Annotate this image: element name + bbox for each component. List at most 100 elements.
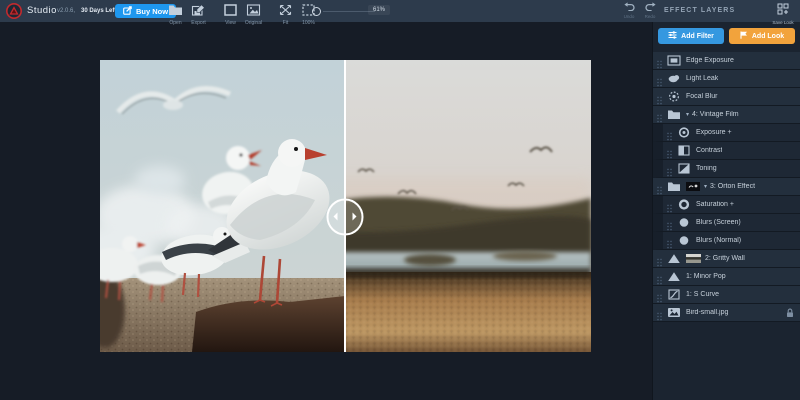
layer-label: Toning (696, 165, 717, 172)
s-curve-icon (667, 289, 681, 301)
undo-button[interactable]: Undo (621, 2, 637, 19)
topaz-shield-logo (6, 3, 22, 19)
add-filter-label: Add Filter (681, 33, 714, 40)
layer-label: Blurs (Screen) (696, 219, 741, 226)
layer-row-exposure[interactable]: Exposure + (653, 124, 800, 142)
layer-row-blurs-screen[interactable]: Blurs (Screen) (653, 214, 800, 232)
layer-row-blurs-normal[interactable]: Blurs (Normal) (653, 232, 800, 250)
tool-label: Original (242, 21, 265, 26)
save-look-icon (777, 2, 789, 19)
layer-label: Blurs (Normal) (696, 237, 741, 244)
original-icon (246, 3, 261, 15)
tool-fit[interactable]: Fit (274, 1, 297, 26)
layer-row-3-orton-effect[interactable]: ▾3: Orton Effect (653, 178, 800, 196)
layer-label: Focal Blur (686, 93, 718, 100)
tool-view[interactable]: View (219, 1, 242, 26)
layer-label: 1: Minor Pop (686, 273, 726, 280)
blur-icon (677, 217, 691, 229)
redo-label: Redo (642, 14, 658, 19)
open-folder-icon (168, 3, 183, 15)
drag-handle-icon[interactable] (667, 146, 672, 155)
slider-knob[interactable] (312, 7, 321, 16)
drag-handle-icon[interactable] (667, 128, 672, 137)
layer-label: Saturation + (696, 201, 734, 208)
tool-open[interactable]: Open (164, 1, 187, 26)
compare-slider-handle[interactable] (327, 199, 364, 236)
redo-button[interactable]: Redo (642, 2, 658, 19)
lock-icon[interactable] (786, 308, 796, 318)
exposure-icon (677, 127, 691, 139)
app-name: Studio (27, 5, 57, 16)
add-filter-button[interactable]: Add Filter (658, 28, 724, 44)
drag-handle-icon[interactable] (657, 56, 662, 65)
drag-handle-icon[interactable] (657, 254, 662, 263)
purchase-icon (123, 6, 132, 17)
layer-row-toning[interactable]: Toning (653, 160, 800, 178)
tool-label: Open (164, 21, 187, 26)
layer-row-1-minor-pop[interactable]: 1: Minor Pop (653, 268, 800, 286)
layer-row-focal-blur[interactable]: Focal Blur (653, 88, 800, 106)
caret-down-icon[interactable]: ▾ (704, 184, 707, 190)
layer-label: 3: Orton Effect (710, 183, 755, 190)
drag-handle-icon[interactable] (657, 290, 662, 299)
triangle-icon (667, 271, 681, 283)
drag-handle-icon[interactable] (667, 218, 672, 227)
layer-row-4-vintage-film[interactable]: ▾4: Vintage Film (653, 106, 800, 124)
arrow-right-icon (353, 213, 357, 221)
fit-icon (278, 3, 293, 15)
app-version: v2.0.6, (57, 8, 75, 14)
tool-label: View (219, 21, 242, 26)
drag-handle-icon[interactable] (657, 74, 662, 83)
layer-row-light-leak[interactable]: Light Leak (653, 70, 800, 88)
drag-handle-icon[interactable] (657, 308, 662, 317)
layer-row-1-s-curve[interactable]: 1: S Curve (653, 286, 800, 304)
redo-icon (642, 2, 658, 14)
blur-icon (677, 235, 691, 247)
contrast-icon (677, 145, 691, 157)
editor-canvas (0, 22, 652, 400)
toolbar: OpenExportViewOriginalFit100% (164, 1, 320, 26)
drag-handle-icon[interactable] (667, 164, 672, 173)
tool-label: Fit (274, 21, 297, 26)
focal-blur-icon (667, 91, 681, 103)
triangle-icon (667, 253, 681, 265)
folder-icon (667, 109, 681, 121)
layer-row-bird-small-jpg[interactable]: Bird-small.jpg (653, 304, 800, 322)
layer-row-edge-exposure[interactable]: Edge Exposure (653, 52, 800, 70)
drag-handle-icon[interactable] (667, 200, 672, 209)
export-icon (191, 3, 206, 15)
caret-down-icon[interactable]: ▾ (686, 112, 689, 118)
drag-handle-icon[interactable] (657, 182, 662, 191)
tool-original[interactable]: Original (242, 1, 265, 26)
layer-thumbnail (686, 254, 701, 263)
layer-label: Exposure + (696, 129, 732, 136)
preview-zoom-slider: 61% (310, 0, 400, 22)
add-look-button[interactable]: Add Look (729, 28, 795, 44)
tool-label: Export (187, 21, 210, 26)
drag-handle-icon[interactable] (657, 110, 662, 119)
look-flag-icon (740, 31, 748, 41)
layer-label: Edge Exposure (686, 57, 734, 64)
panel-actions: Add Filter Add Look (653, 22, 800, 44)
effect-layers-panel: Add Filter Add Look Edge Exposure Light L… (652, 22, 800, 400)
view-icon (223, 3, 238, 15)
layer-row-saturation[interactable]: Saturation + (653, 196, 800, 214)
drag-handle-icon[interactable] (657, 92, 662, 101)
tool-export[interactable]: Export (187, 1, 210, 26)
light-leak-icon (667, 73, 681, 85)
save-look-button[interactable]: Save Look (768, 2, 798, 25)
top-bar: Studio v2.0.6, 30 Days Left in Trial Buy… (0, 0, 800, 22)
layer-label: Light Leak (686, 75, 718, 82)
undo-icon (621, 2, 637, 14)
filter-sliders-icon (668, 31, 677, 41)
drag-handle-icon[interactable] (657, 272, 662, 281)
layer-row-2-gritty-wall[interactable]: 2: Gritty Wall (653, 250, 800, 268)
image-icon (667, 307, 681, 319)
edge-exposure-icon (667, 55, 681, 67)
save-look-label: Save Look (768, 20, 798, 25)
layer-label: 4: Vintage Film (692, 111, 739, 118)
layer-row-contrast[interactable]: Contrast (653, 142, 800, 160)
effect-layers-title: EFFECT LAYERS (664, 7, 735, 14)
drag-handle-icon[interactable] (667, 236, 672, 245)
layer-label: Bird-small.jpg (686, 309, 728, 316)
